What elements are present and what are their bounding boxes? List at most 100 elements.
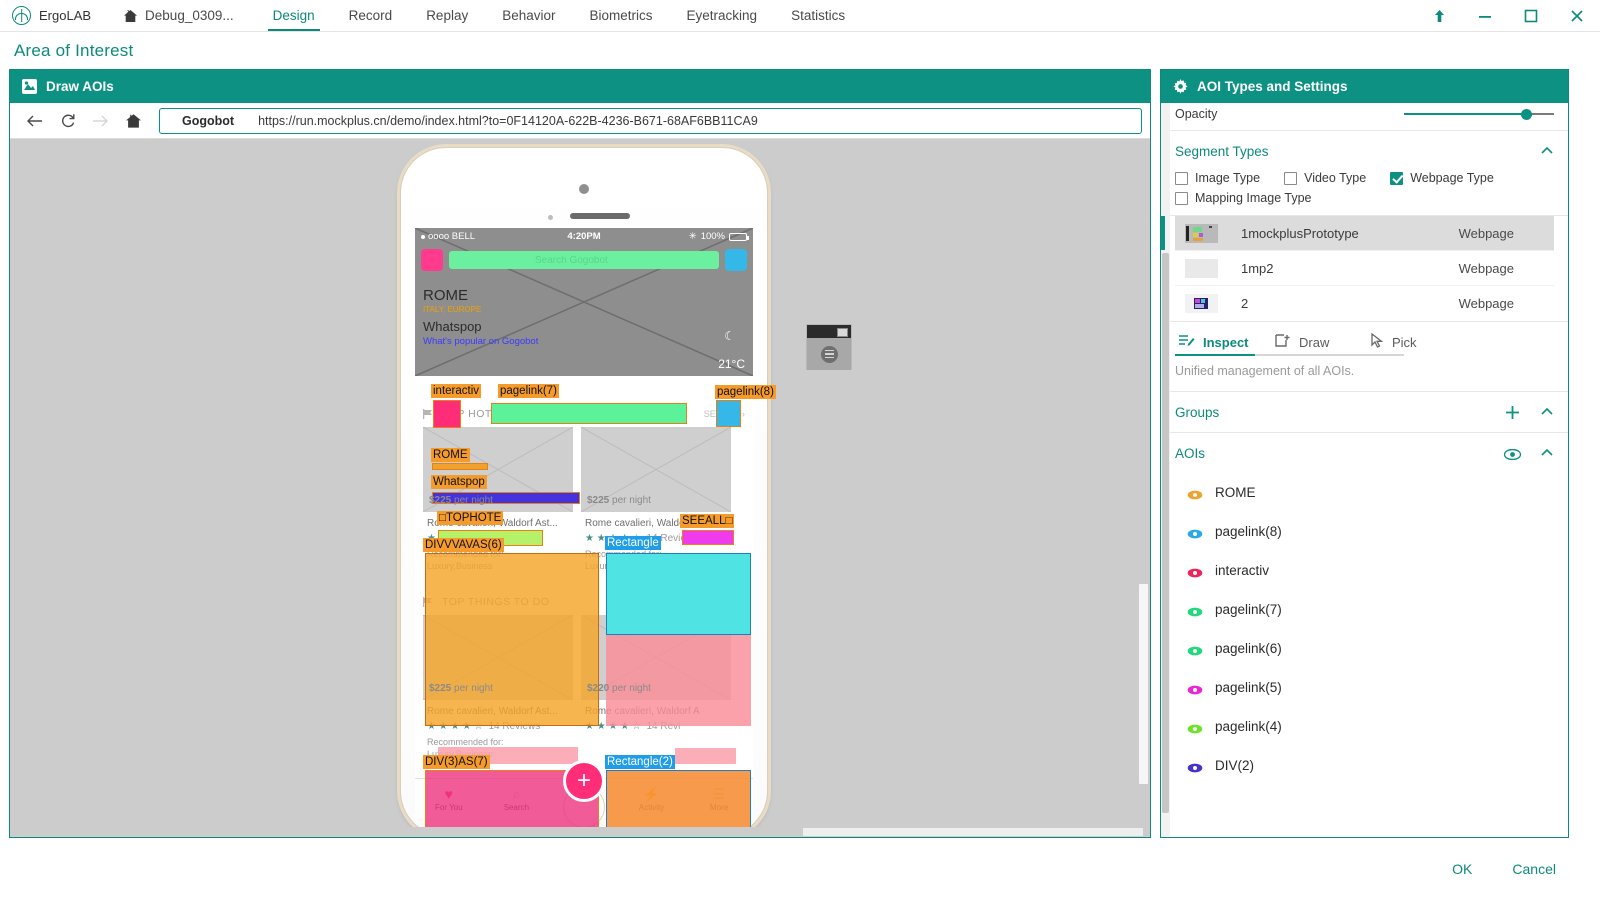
card-title: Rome cavalieri, Waldorf Ast... bbox=[427, 706, 569, 717]
close-icon[interactable] bbox=[1554, 0, 1600, 32]
reload-button[interactable] bbox=[51, 106, 84, 136]
checkbox-box[interactable] bbox=[1175, 192, 1188, 205]
list-item[interactable]: pagelink(6) bbox=[1161, 629, 1568, 668]
tab-label: Activity bbox=[639, 803, 664, 812]
eye-icon[interactable] bbox=[1187, 527, 1202, 537]
checkbox-video-type[interactable]: Video Type bbox=[1284, 171, 1366, 185]
menu-item-project-label: Debug_0309... bbox=[145, 8, 234, 23]
menu-item-statistics[interactable]: Statistics bbox=[774, 0, 862, 31]
eye-icon[interactable] bbox=[1187, 644, 1202, 654]
tab-label: Draw bbox=[1299, 335, 1329, 350]
search-input[interactable]: Search Gogobot bbox=[449, 251, 719, 269]
inspect-icon bbox=[1179, 334, 1195, 350]
scrollbar-thumb[interactable] bbox=[1139, 584, 1148, 784]
chevron-up-icon[interactable] bbox=[1540, 405, 1554, 419]
list-item[interactable]: pagelink(5) bbox=[1161, 668, 1568, 707]
location-pin-icon[interactable] bbox=[725, 249, 747, 271]
cancel-button[interactable]: Cancel bbox=[1512, 861, 1556, 877]
hotel-card[interactable]: $225 per night Rome cavalieri, Waldorf A… bbox=[581, 427, 731, 576]
segment-thumbnail bbox=[1185, 224, 1218, 243]
checkbox-mapping-image-type[interactable]: Mapping Image Type bbox=[1175, 191, 1554, 205]
plus-icon[interactable] bbox=[1505, 405, 1520, 420]
aoi-canvas[interactable]: oooo BELL 4:20PM ✳ 100% Search Gogobot bbox=[10, 139, 1150, 837]
eye-icon[interactable] bbox=[1187, 722, 1202, 732]
checkbox-box[interactable] bbox=[1175, 172, 1188, 185]
menu-item-behavior[interactable]: Behavior bbox=[485, 0, 572, 31]
tab-pick[interactable]: Pick bbox=[1367, 322, 1463, 362]
card-rating: ★ ★ ★ ★ ☆ 14 Review bbox=[585, 533, 727, 544]
segment-types-header[interactable]: Segment Types bbox=[1161, 131, 1568, 171]
eye-icon[interactable] bbox=[1187, 683, 1202, 693]
canvas-horizontal-scrollbar[interactable] bbox=[10, 827, 1150, 837]
tab-search[interactable]: ⌕ Search bbox=[483, 785, 551, 812]
plus-fab-icon[interactable]: + bbox=[563, 760, 605, 802]
groups-header[interactable]: Groups bbox=[1161, 392, 1568, 432]
slider-knob[interactable] bbox=[1521, 109, 1532, 120]
url-bar[interactable]: Gogobot https://run.mockplus.cn/demo/ind… bbox=[159, 108, 1142, 134]
opacity-slider[interactable] bbox=[1404, 107, 1554, 121]
menu-item-project[interactable]: Debug_0309... bbox=[109, 0, 256, 31]
list-item[interactable]: pagelink(8) bbox=[1161, 512, 1568, 551]
menu-label: Behavior bbox=[502, 8, 555, 23]
eye-icon[interactable] bbox=[1504, 448, 1520, 459]
menu-item-design[interactable]: Design bbox=[256, 0, 332, 31]
see-all-link[interactable]: SEE ALL › bbox=[704, 597, 745, 607]
table-row[interactable]: 1mp2 Webpage bbox=[1175, 251, 1554, 286]
canvas-vertical-scrollbar[interactable] bbox=[1136, 139, 1150, 837]
eye-icon[interactable] bbox=[1187, 566, 1202, 576]
tab-activity[interactable]: ⚡ Activity bbox=[618, 785, 686, 812]
home-button[interactable] bbox=[117, 106, 150, 136]
scrollbar-thumb[interactable] bbox=[803, 828, 1143, 836]
card-title: Rome cavalieri, Waldorf A bbox=[585, 706, 727, 717]
checkbox-image-type[interactable]: Image Type bbox=[1175, 171, 1260, 185]
hotel-card[interactable]: $225 per night Rome cavalieri, Waldorf A… bbox=[423, 427, 573, 576]
card-per: per night bbox=[454, 683, 493, 694]
card-rec-value: Luxury,Business bbox=[427, 561, 492, 571]
upload-icon[interactable] bbox=[1416, 0, 1462, 32]
list-item[interactable]: ROME bbox=[1161, 473, 1568, 512]
table-row[interactable]: 2 Webpage bbox=[1175, 286, 1554, 321]
gear-icon bbox=[1173, 79, 1188, 94]
browser-toolbar: Gogobot https://run.mockplus.cn/demo/ind… bbox=[10, 103, 1150, 139]
list-item[interactable]: DIV(2) bbox=[1161, 746, 1568, 785]
list-item[interactable]: pagelink(4) bbox=[1161, 707, 1568, 746]
see-all-link[interactable]: SEE ALL › bbox=[704, 409, 745, 419]
menu-icon: ☰ bbox=[685, 785, 753, 803]
checkbox-box[interactable] bbox=[1284, 172, 1297, 185]
ok-button[interactable]: OK bbox=[1452, 861, 1472, 877]
tab-inspect[interactable]: Inspect bbox=[1175, 322, 1271, 362]
menu-label: Record bbox=[349, 8, 393, 23]
section-title-text: TOP HOTELS bbox=[442, 408, 513, 420]
forward-button[interactable] bbox=[84, 106, 117, 136]
aois-section: AOIs ROME bbox=[1161, 433, 1568, 785]
eye-icon[interactable] bbox=[1187, 605, 1202, 615]
settings-scrollbar[interactable] bbox=[1161, 103, 1170, 837]
back-button[interactable] bbox=[18, 106, 51, 136]
menu-item-biometrics[interactable]: Biometrics bbox=[573, 0, 670, 31]
minimize-icon[interactable] bbox=[1462, 0, 1508, 32]
menu-item-replay[interactable]: Replay bbox=[409, 0, 485, 31]
card-rec-label: Recommended for: bbox=[427, 549, 504, 559]
aois-header[interactable]: AOIs bbox=[1161, 433, 1568, 473]
menu-label: Statistics bbox=[791, 8, 845, 23]
checkbox-box[interactable] bbox=[1390, 172, 1403, 185]
tab-more[interactable]: ☰ More bbox=[685, 785, 753, 812]
eye-icon[interactable] bbox=[1187, 488, 1202, 498]
list-item[interactable]: pagelink(7) bbox=[1161, 590, 1568, 629]
tab-for-you[interactable]: ♥ For You bbox=[415, 785, 483, 812]
avatar[interactable] bbox=[421, 249, 443, 271]
aoi-item-label: pagelink(8) bbox=[1215, 524, 1282, 539]
hotel-card[interactable]: $220 per night Rome cavalieri, Waldorf A… bbox=[581, 615, 731, 764]
menu-item-eyetracking[interactable]: Eyetracking bbox=[670, 0, 775, 31]
checkbox-webpage-type[interactable]: Webpage Type bbox=[1390, 171, 1494, 185]
eye-icon[interactable] bbox=[1187, 761, 1202, 771]
menu-item-record[interactable]: Record bbox=[332, 0, 410, 31]
list-item[interactable]: interactiv bbox=[1161, 551, 1568, 590]
section-title: TOP THINGS TO DO bbox=[423, 596, 549, 608]
maximize-icon[interactable] bbox=[1508, 0, 1554, 32]
tab-draw[interactable]: Draw bbox=[1271, 322, 1367, 362]
hotel-card[interactable]: $225 per night Rome cavalieri, Waldorf A… bbox=[423, 615, 573, 764]
chevron-up-icon[interactable] bbox=[1540, 144, 1554, 158]
table-row[interactable]: 1mockplusPrototype Webpage bbox=[1175, 216, 1554, 251]
chevron-up-icon[interactable] bbox=[1540, 446, 1554, 460]
